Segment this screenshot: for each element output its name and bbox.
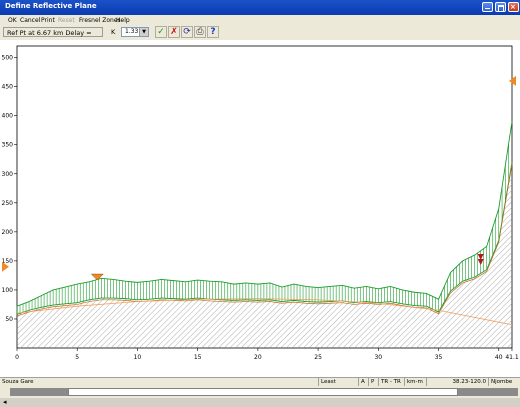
menu-cancel[interactable]: Cancel [20, 17, 40, 24]
toolbar: Ref Pt at 6.67 km Delay = 3.8 ns K 1.33 … [0, 25, 520, 47]
y-tick-label: 250 [2, 200, 14, 207]
x-tick-label: 40 [495, 354, 503, 361]
menu-help[interactable]: Help [116, 17, 130, 24]
k-factor-value: 1.33 [125, 28, 139, 35]
x-tick-label: 35 [435, 354, 443, 361]
x-tick-label: 0 [15, 354, 19, 361]
refresh-icon[interactable]: ⟳ [181, 26, 193, 38]
menu-ok[interactable]: OK [8, 17, 17, 24]
y-tick-label: 50 [5, 316, 13, 323]
x-tick-label: 41.1 [505, 354, 519, 361]
window-title: Define Reflective Plane [5, 2, 97, 10]
x-tick-label: 20 [254, 354, 262, 361]
confirm-check-icon[interactable]: ✓ [155, 26, 167, 38]
scroll-track-left [10, 388, 68, 396]
profile-plot[interactable]: 50 100 150 200 250 300 350 400 450 500 0 5 10 15 20 25 3… [0, 40, 520, 377]
x-tick-label: 15 [194, 354, 202, 361]
y-tick-label: 300 [2, 171, 14, 178]
minimize-icon [485, 8, 490, 9]
y-tick-label: 500 [2, 55, 14, 62]
print-icon[interactable]: ⎙ [194, 26, 206, 38]
maximize-icon [498, 5, 504, 12]
close-icon: × [510, 3, 516, 11]
menu-print[interactable]: Print [41, 17, 55, 24]
x-tick-label: 5 [75, 354, 79, 361]
k-factor-select[interactable]: 1.33 ▼ [121, 27, 149, 37]
minimize-button[interactable] [482, 2, 493, 12]
k-factor-label: K [111, 28, 116, 36]
reference-point-readout: Ref Pt at 6.67 km Delay = 3.8 ns [3, 27, 103, 47]
cancel-x-icon[interactable]: ✗ [168, 26, 180, 38]
help-icon[interactable]: ? [207, 26, 219, 38]
bottom-strip: ◂ [0, 398, 520, 407]
y-tick-label: 200 [2, 229, 14, 236]
y-tick-label: 450 [2, 84, 14, 91]
title-bar: Define Reflective Plane × [0, 0, 520, 15]
menu-bar: OK Cancel Print Reset Fresnel Zones Help [0, 15, 520, 25]
maximize-button[interactable] [495, 2, 506, 12]
chevron-down-icon[interactable]: ▼ [139, 28, 148, 36]
y-tick-label: 400 [2, 113, 14, 120]
menu-fresnel-zones[interactable]: Fresnel Zones [79, 17, 121, 24]
x-tick-label: 30 [374, 354, 382, 361]
y-tick-label: 350 [2, 142, 14, 149]
profile-chart[interactable]: 501001502002503003504004505000 5 10 15 20 25 3… [0, 40, 520, 377]
y-tick-label: 100 [2, 287, 14, 294]
scroll-thumb[interactable] [68, 388, 458, 396]
x-tick-label: 25 [314, 354, 322, 361]
x-tick-label: 10 [134, 354, 142, 361]
scroll-left-icon[interactable]: ◂ [3, 398, 7, 406]
horizontal-scrollbar[interactable] [0, 386, 520, 398]
scroll-track-right [458, 388, 518, 396]
close-button[interactable]: × [508, 2, 519, 12]
menu-reset: Reset [58, 17, 75, 24]
